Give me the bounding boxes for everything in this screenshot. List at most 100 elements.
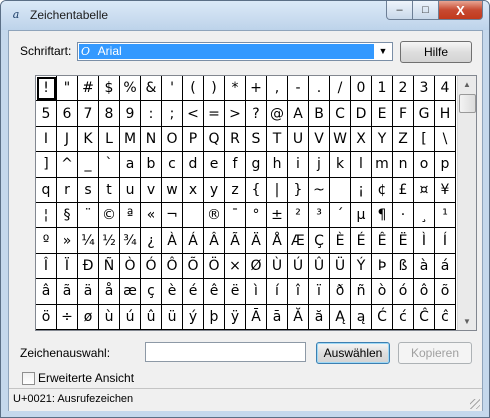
- character-cell[interactable]: [: [414, 126, 435, 153]
- character-cell[interactable]: Þ: [372, 253, 393, 280]
- character-cell[interactable]: ¼: [78, 228, 99, 254]
- character-cell[interactable]: á: [435, 253, 456, 280]
- character-cell[interactable]: ĉ: [435, 304, 456, 330]
- character-cell[interactable]: û: [141, 304, 162, 330]
- character-cell[interactable]: ;: [162, 101, 183, 127]
- character-cell[interactable]: â: [36, 279, 57, 305]
- character-cell[interactable]: h: [267, 152, 288, 178]
- vertical-scrollbar[interactable]: ▲ ▼: [457, 76, 476, 330]
- character-cell[interactable]: þ: [204, 304, 225, 330]
- character-cell[interactable]: G: [414, 101, 435, 127]
- character-cell[interactable]: ¨: [78, 202, 99, 229]
- select-button[interactable]: Auswählen: [316, 342, 390, 364]
- character-cell[interactable]: À: [162, 228, 183, 254]
- character-cell[interactable]: ù: [99, 304, 120, 330]
- character-cell[interactable]: Ð: [78, 253, 99, 280]
- character-cell[interactable]: É: [351, 228, 372, 254]
- character-cell[interactable]: Ā: [246, 304, 267, 330]
- character-cell[interactable]: ¶: [372, 202, 393, 229]
- character-cell[interactable]: o: [414, 152, 435, 178]
- character-cell[interactable]: v: [141, 177, 162, 203]
- character-cell[interactable]: <: [183, 101, 204, 127]
- character-cell[interactable]: P: [183, 126, 204, 153]
- character-cell[interactable]: ă: [309, 304, 330, 330]
- character-cell[interactable]: ï: [309, 279, 330, 305]
- character-cell[interactable]: `: [99, 152, 120, 178]
- character-cell[interactable]: Û: [309, 253, 330, 280]
- character-cell[interactable]: ±: [267, 202, 288, 229]
- character-cell[interactable]: k: [330, 152, 351, 178]
- character-cell[interactable]: ã: [57, 279, 78, 305]
- character-cell[interactable]: f: [225, 152, 246, 178]
- minimize-button[interactable]: –: [386, 1, 413, 20]
- character-cell[interactable]: ]: [36, 152, 57, 178]
- character-cell[interactable]: Y: [372, 126, 393, 153]
- character-cell[interactable]: ¡: [351, 177, 372, 203]
- character-cell[interactable]: Â: [204, 228, 225, 254]
- maximize-button[interactable]: □: [413, 1, 439, 20]
- character-cell[interactable]: J: [57, 126, 78, 153]
- character-cell[interactable]: Ô: [162, 253, 183, 280]
- character-cell[interactable]: _: [78, 152, 99, 178]
- help-button[interactable]: Hilfe: [400, 41, 472, 63]
- character-cell[interactable]: Ú: [288, 253, 309, 280]
- character-cell[interactable]: Ó: [141, 253, 162, 280]
- character-cell[interactable]: j: [309, 152, 330, 178]
- character-cell[interactable]: µ: [351, 202, 372, 229]
- character-cell[interactable]: C: [330, 101, 351, 127]
- character-cell[interactable]: b: [141, 152, 162, 178]
- character-cell[interactable]: d: [183, 152, 204, 178]
- character-cell[interactable]: Ą: [330, 304, 351, 330]
- character-cell[interactable]: ¿: [141, 228, 162, 254]
- character-cell[interactable]: F: [393, 101, 414, 127]
- character-cell[interactable]: Ì: [414, 228, 435, 254]
- scroll-down-arrow-icon[interactable]: ▼: [458, 313, 476, 330]
- character-cell[interactable]: î: [288, 279, 309, 305]
- advanced-view-label[interactable]: Erweiterte Ansicht: [38, 371, 134, 385]
- character-cell[interactable]: %: [120, 76, 141, 102]
- font-dropdown[interactable]: O Arial ▼: [77, 42, 393, 61]
- character-cell[interactable]: Æ: [288, 228, 309, 254]
- character-cell[interactable]: Ă: [288, 304, 309, 330]
- character-cell[interactable]: ą: [351, 304, 372, 330]
- character-cell[interactable]: ?: [246, 101, 267, 127]
- character-cell[interactable]: I: [36, 126, 57, 153]
- character-cell[interactable]: Ý: [351, 253, 372, 280]
- character-cell[interactable]: Ø: [246, 253, 267, 280]
- character-cell[interactable]: »: [57, 228, 78, 254]
- character-cell[interactable]: ¥: [435, 177, 456, 203]
- character-cell[interactable]: Ö: [204, 253, 225, 280]
- character-cell[interactable]: ¢: [372, 177, 393, 203]
- character-cell[interactable]: ®: [204, 202, 225, 229]
- character-cell[interactable]: ½: [99, 228, 120, 254]
- character-cell[interactable]: 4: [435, 76, 456, 102]
- character-cell[interactable]: º: [36, 228, 57, 254]
- character-cell[interactable]: æ: [120, 279, 141, 305]
- character-cell[interactable]: Ë: [393, 228, 414, 254]
- character-cell[interactable]: A: [288, 101, 309, 127]
- character-cell[interactable]: =: [204, 101, 225, 127]
- character-cell[interactable]: ¬: [162, 202, 183, 229]
- character-cell[interactable]: L: [99, 126, 120, 153]
- character-cell[interactable]: @: [267, 101, 288, 127]
- character-cell[interactable]: 8: [99, 101, 120, 127]
- character-cell[interactable]: 3: [414, 76, 435, 102]
- character-cell[interactable]: £: [393, 177, 414, 203]
- character-cell[interactable]: ³: [309, 202, 330, 229]
- character-cell[interactable]: ¹: [435, 202, 456, 229]
- character-cell[interactable]: -: [288, 76, 309, 102]
- character-cell[interactable]: {: [246, 177, 267, 203]
- character-cell[interactable]: Q: [204, 126, 225, 153]
- character-cell[interactable]: õ: [435, 279, 456, 305]
- character-cell[interactable]: Ć: [372, 304, 393, 330]
- scroll-up-arrow-icon[interactable]: ▲: [458, 76, 476, 93]
- character-cell[interactable]: K: [78, 126, 99, 153]
- character-cell[interactable]: «: [141, 202, 162, 229]
- character-cell[interactable]: ,: [267, 76, 288, 102]
- character-cell[interactable]: s: [78, 177, 99, 203]
- character-cell[interactable]: å: [99, 279, 120, 305]
- character-cell[interactable]: ö: [36, 304, 57, 330]
- close-button[interactable]: X: [439, 1, 483, 20]
- character-cell[interactable]: ²: [288, 202, 309, 229]
- character-selection-input[interactable]: [145, 342, 306, 362]
